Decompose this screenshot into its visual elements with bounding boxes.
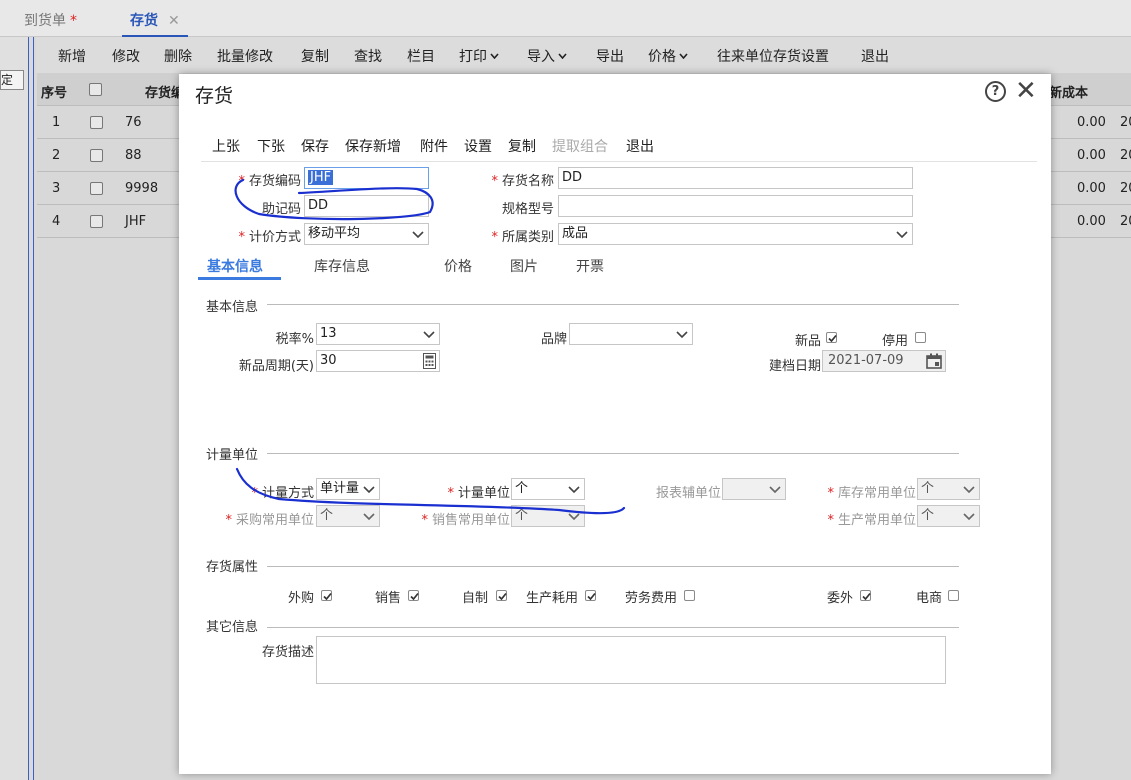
col-seq: 序号 <box>41 86 68 101</box>
unsaved-marker: * <box>70 13 77 29</box>
row-trail: 20 <box>1120 181 1131 196</box>
row-cost: 0.00 <box>1077 181 1106 196</box>
row-trail: 20 <box>1120 148 1131 163</box>
locate-button[interactable]: 定位 <box>0 70 24 90</box>
export-button[interactable]: 导出 <box>596 46 624 66</box>
tab-inventory-label: 存货 <box>130 13 158 29</box>
edit-button[interactable]: 修改 <box>112 46 140 66</box>
tab-bar: 到货单 * 存货 ✕ <box>0 0 1131 38</box>
main-toolbar: 新增 修改 删除 批量修改 复制 查找 栏目 打印 导入 导出 价格 往来单位存… <box>36 37 1131 73</box>
annotation-circle <box>234 178 434 221</box>
left-gutter <box>0 37 28 780</box>
chevron-down-icon <box>490 53 499 60</box>
row-cost: 0.00 <box>1077 115 1106 130</box>
partner-setting-button[interactable]: 往来单位存货设置 <box>717 46 829 66</box>
price-button[interactable]: 价格 <box>648 46 688 66</box>
row-seq: 2 <box>52 148 61 163</box>
import-label: 导入 <box>527 49 555 65</box>
row-trail: 20 <box>1120 214 1131 229</box>
columns-button[interactable]: 栏目 <box>407 46 435 66</box>
hand-annotation-overlay <box>234 178 626 515</box>
row-seq: 1 <box>52 115 61 130</box>
exit-button[interactable]: 退出 <box>861 46 889 66</box>
chevron-down-icon <box>679 53 688 60</box>
tab-close-icon[interactable]: ✕ <box>168 13 180 29</box>
row-cost: 0.00 <box>1077 214 1106 229</box>
delete-button[interactable]: 删除 <box>164 46 192 66</box>
find-button[interactable]: 查找 <box>354 46 382 66</box>
chevron-down-icon <box>558 53 567 60</box>
row-code: JHF <box>125 214 147 229</box>
inventory-dialog: 存货 ? ✕ 上张 下张 保存 保存新增 附件 设置 复制 提取组合 退出 * 存… <box>179 74 1051 774</box>
batch-edit-button[interactable]: 批量修改 <box>217 46 273 66</box>
row-trail: 20 <box>1120 115 1131 130</box>
row-seq: 3 <box>52 181 61 196</box>
row-cost: 0.00 <box>1077 148 1106 163</box>
annotation-underline <box>235 467 626 515</box>
row-seq: 4 <box>52 214 61 229</box>
splitter-line <box>28 37 29 780</box>
tab-arrival[interactable]: 到货单 * <box>24 10 77 30</box>
price-label: 价格 <box>648 49 676 65</box>
row-code: 76 <box>125 115 142 130</box>
add-button[interactable]: 新增 <box>58 46 86 66</box>
select-all-checkbox[interactable] <box>89 83 102 96</box>
copy-button[interactable]: 复制 <box>301 46 329 66</box>
row-checkbox[interactable] <box>90 149 103 162</box>
row-checkbox[interactable] <box>90 215 103 228</box>
tab-arrival-label: 到货单 <box>24 13 66 29</box>
row-code: 88 <box>125 148 142 163</box>
import-button[interactable]: 导入 <box>527 46 567 66</box>
row-code: 9998 <box>125 181 159 196</box>
splitter-line-2 <box>33 37 34 780</box>
tab-inventory[interactable]: 存货 ✕ <box>122 6 188 38</box>
row-checkbox[interactable] <box>90 116 103 129</box>
print-label: 打印 <box>459 49 487 65</box>
print-button[interactable]: 打印 <box>459 46 499 66</box>
col-newcost: 新成本 <box>1049 86 1089 101</box>
row-checkbox[interactable] <box>90 182 103 195</box>
